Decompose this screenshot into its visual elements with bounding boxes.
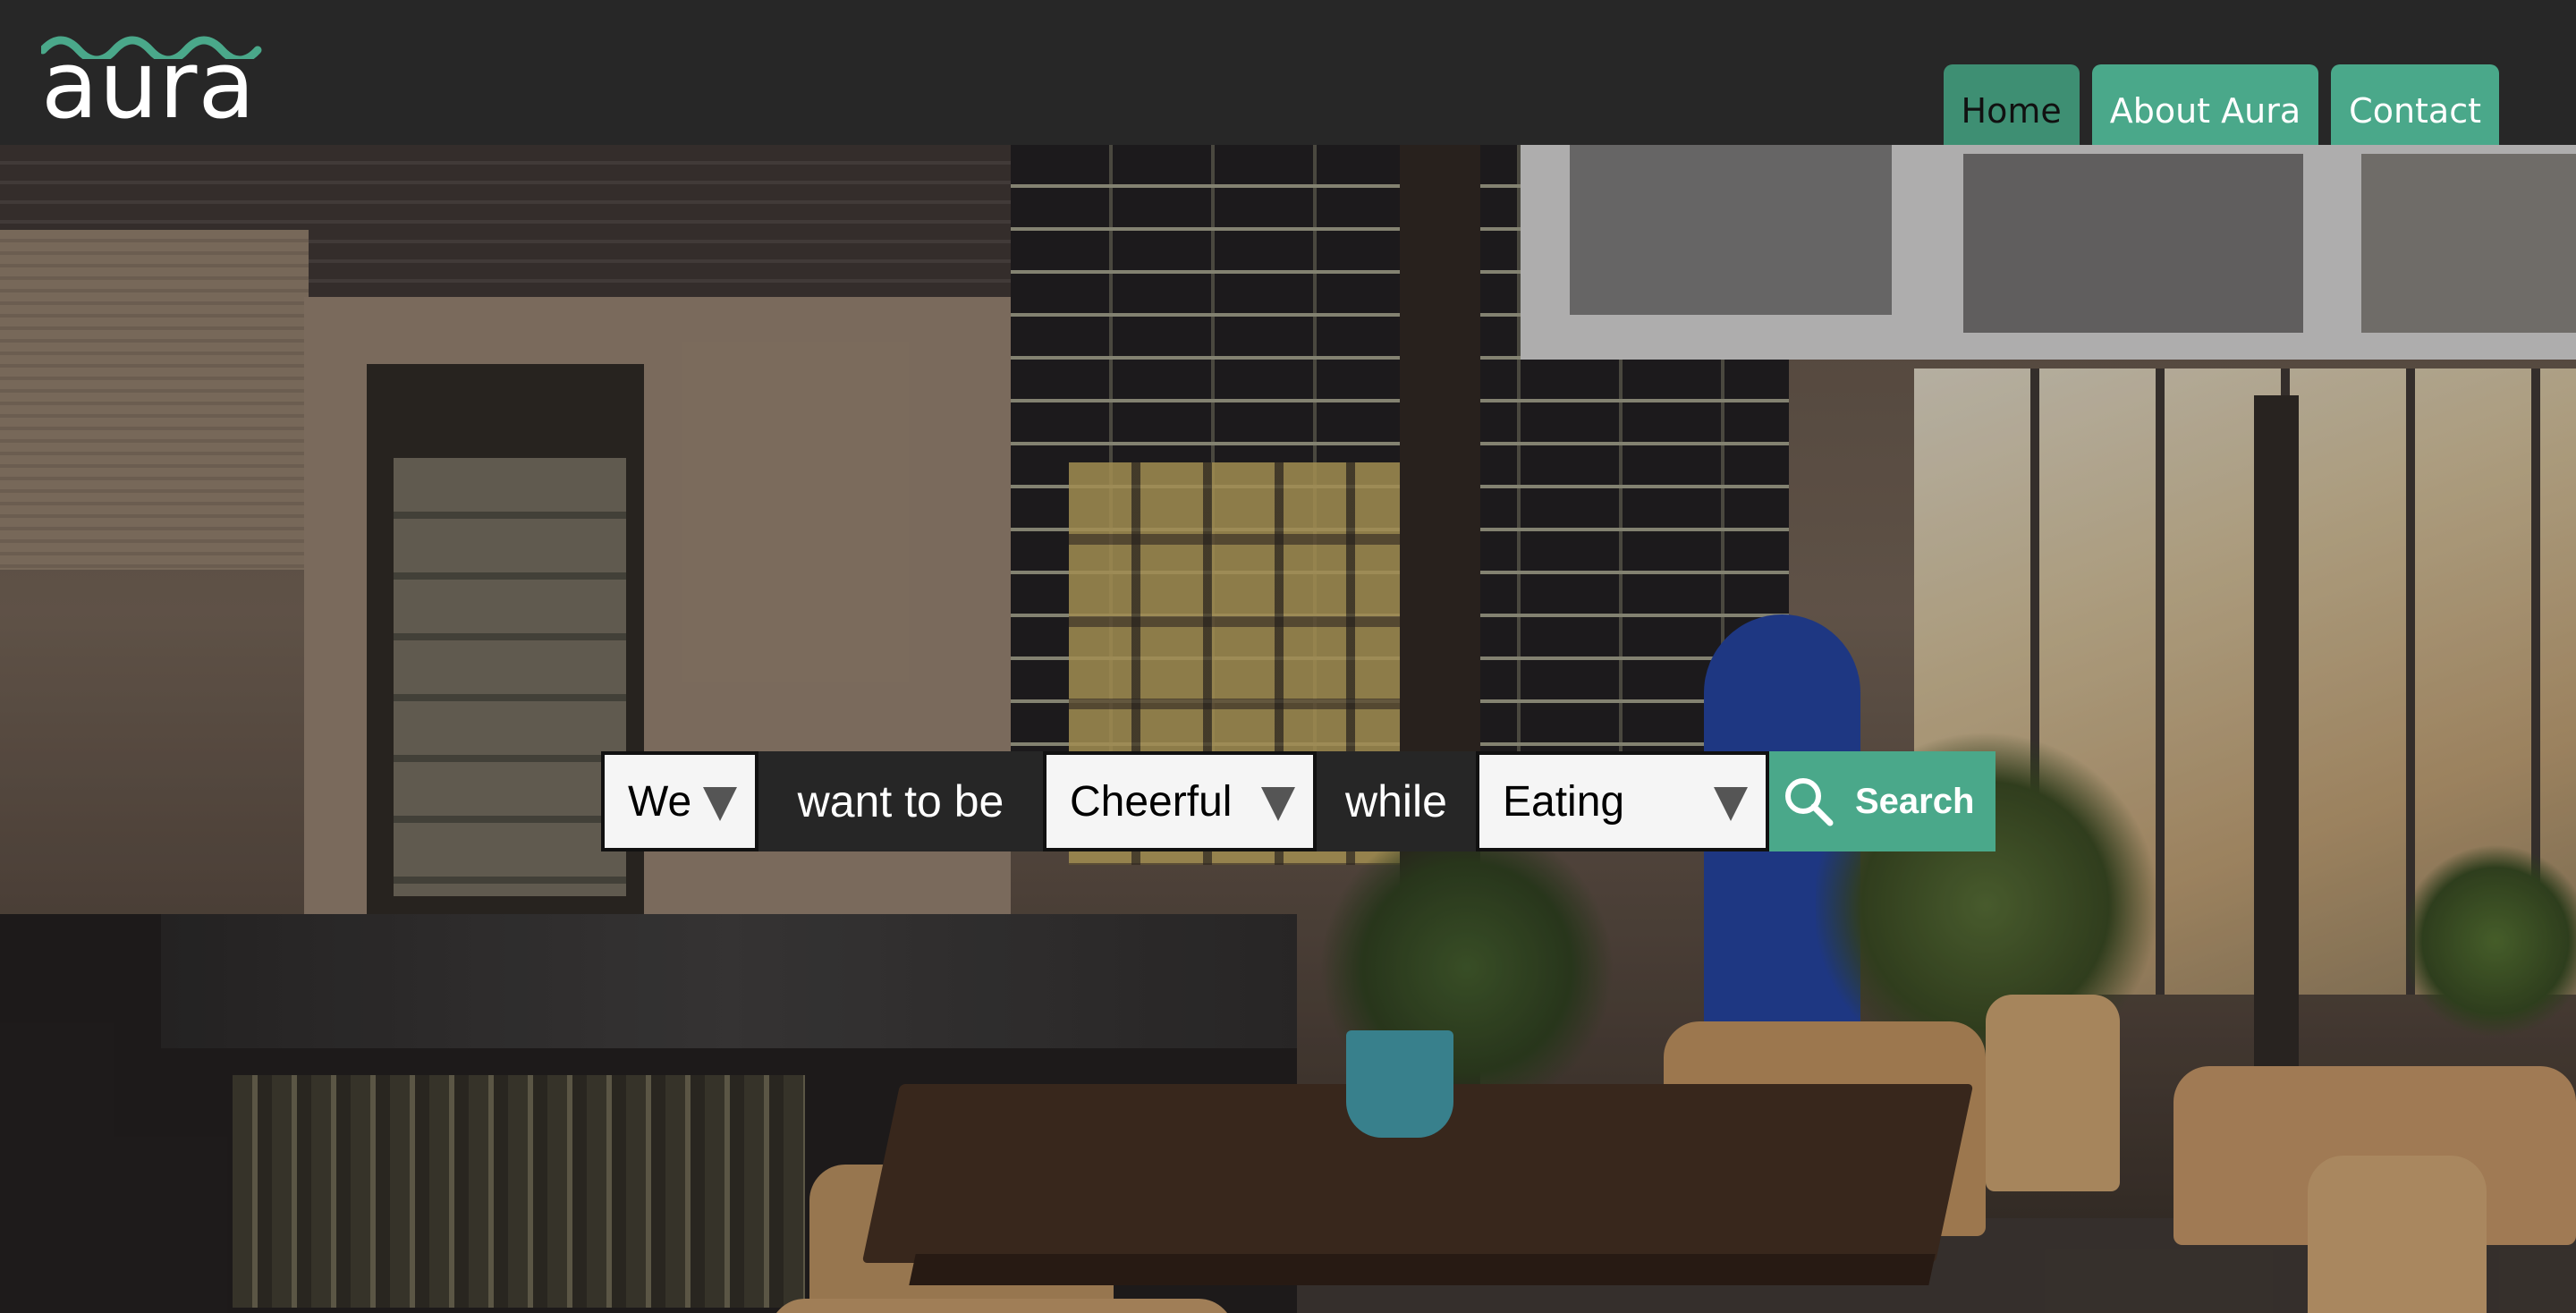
- search-icon: [1785, 778, 1834, 826]
- sentence-text-while: while: [1317, 751, 1476, 851]
- nav-tab-contact[interactable]: Contact: [2331, 64, 2499, 145]
- search-button[interactable]: Search: [1769, 751, 1996, 851]
- nav-tab-about-aura[interactable]: About Aura: [2091, 64, 2319, 145]
- top-navigation-bar: aura Home About Aura Contact: [0, 0, 2576, 145]
- mood-select-value: Cheerful: [1070, 777, 1233, 826]
- search-button-label: Search: [1855, 781, 1975, 821]
- mood-search-bar: We want to be Cheerful while Eating Sear…: [601, 751, 1996, 851]
- dropdown-arrow-icon: [1261, 787, 1295, 821]
- dropdown-arrow-icon: [1714, 787, 1748, 821]
- sentence-text-want-to-be: want to be: [758, 751, 1043, 851]
- nav-tab-home[interactable]: Home: [1943, 64, 2080, 145]
- logo-wordmark: aura: [41, 30, 257, 140]
- hero-dim-overlay: [0, 145, 2576, 1313]
- subject-select[interactable]: We: [601, 751, 758, 851]
- main-nav: Home About Aura Contact: [1943, 64, 2499, 145]
- activity-select[interactable]: Eating: [1476, 751, 1769, 851]
- hero-background-image: [0, 145, 2576, 1313]
- aura-logo[interactable]: aura: [41, 27, 283, 134]
- subject-select-value: We: [628, 777, 692, 826]
- dropdown-arrow-icon: [703, 787, 737, 821]
- activity-select-value: Eating: [1503, 777, 1625, 826]
- mood-select[interactable]: Cheerful: [1043, 751, 1317, 851]
